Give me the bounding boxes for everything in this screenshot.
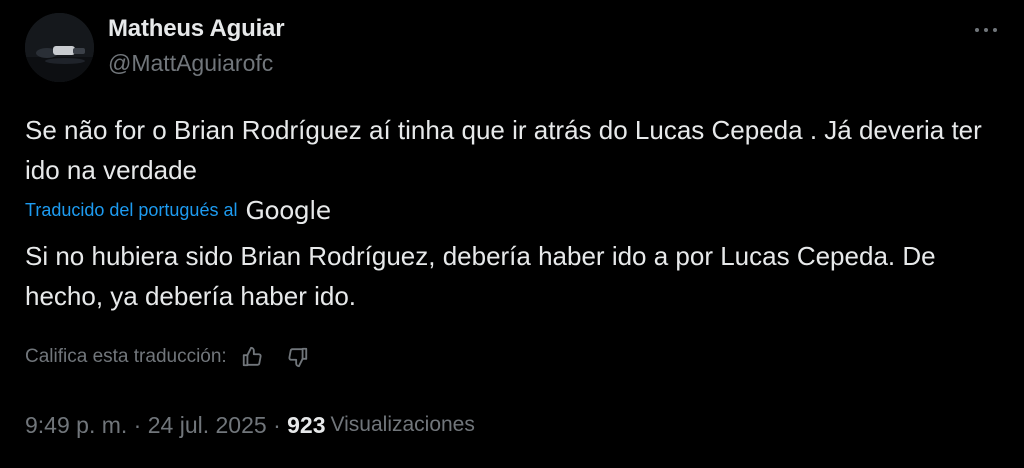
more-button[interactable]: [966, 17, 1006, 41]
views-label: Visualizaciones: [330, 413, 475, 436]
tweet-meta: 9:49 p. m. · 24 jul. 2025 · 923 Visualiz…: [25, 408, 475, 442]
translated-from-label[interactable]: Traducido del portugués al: [25, 200, 237, 221]
translated-text: Si no hubiera sido Brian Rodríguez, debe…: [25, 241, 936, 311]
author-handle[interactable]: @MattAguiarofc: [108, 50, 273, 77]
more-horizontal-icon: [974, 20, 998, 38]
views-count: 923: [287, 411, 326, 438]
google-logo: Google: [245, 195, 331, 225]
meta-separator: ·: [273, 411, 281, 438]
tweet-time[interactable]: 9:49 p. m.: [25, 412, 127, 439]
thumbs-down-icon[interactable]: [285, 344, 311, 370]
meta-separator: ·: [133, 411, 142, 438]
tweet-date[interactable]: 24 jul. 2025: [148, 412, 267, 439]
profile-photo: [25, 13, 94, 82]
tweet-text: Se não for o Brian Rodríguez aí tinha qu…: [25, 115, 982, 185]
avatar[interactable]: [25, 13, 94, 82]
thumbs-up-icon[interactable]: [239, 344, 265, 370]
translation-attribution[interactable]: Traducido del portugués al Google: [25, 195, 331, 225]
author-name[interactable]: Matheus Aguiar: [108, 15, 285, 43]
rate-translation: Califica esta traducción:: [25, 342, 311, 372]
rate-translation-label: Califica esta traducción:: [25, 346, 227, 367]
